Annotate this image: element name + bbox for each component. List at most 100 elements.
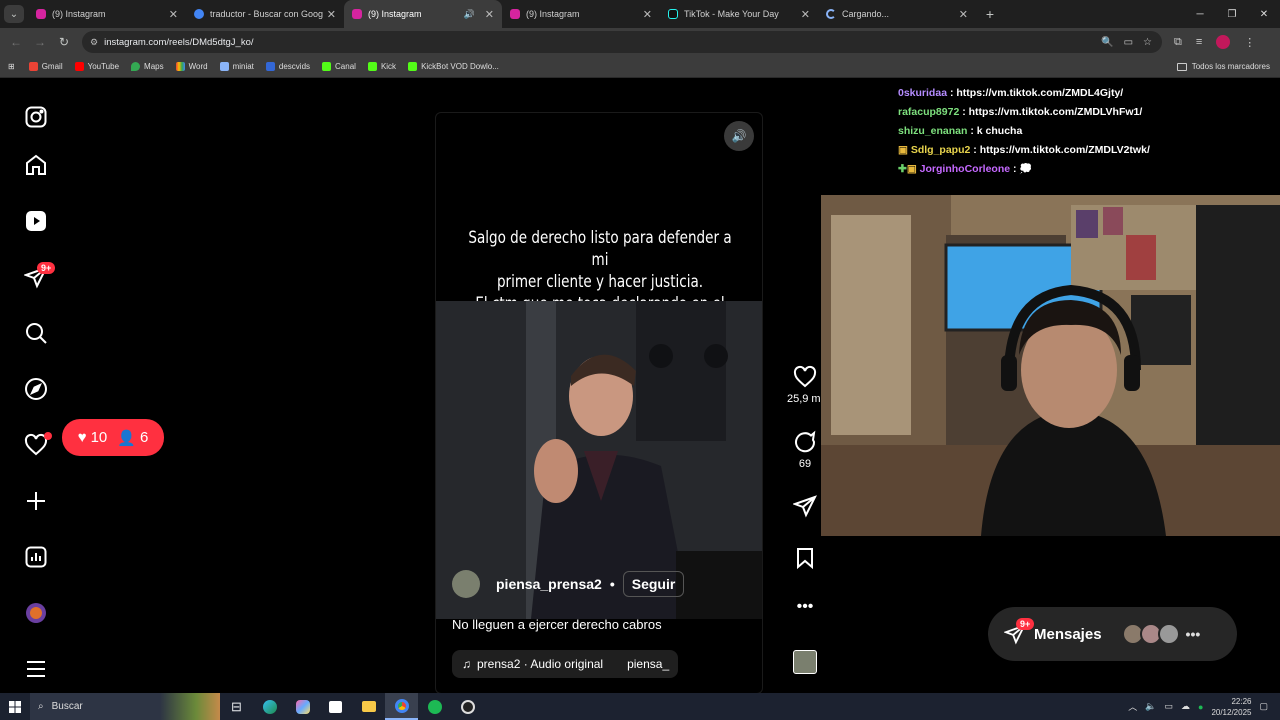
minimize-button[interactable]: ─	[1184, 0, 1216, 28]
tab-title: Cargando...	[842, 9, 890, 19]
close-icon[interactable]: ✕	[485, 8, 494, 21]
save-action[interactable]	[783, 546, 827, 574]
spotify-icon[interactable]	[418, 693, 451, 720]
profile-avatar[interactable]	[24, 601, 48, 625]
tab-0[interactable]: (9) Instagram ✕	[28, 0, 186, 28]
media-icon[interactable]: ≡	[1196, 36, 1202, 48]
bookmark-gmail[interactable]: Gmail	[28, 62, 63, 71]
chevron-up-icon[interactable]: ︿	[1128, 700, 1137, 713]
menu-hamburger-icon[interactable]	[24, 657, 48, 681]
tiktok-favicon-icon	[668, 9, 678, 19]
reload-button[interactable]: ↻	[52, 35, 76, 49]
all-bookmarks-button[interactable]: Todos los marcadores	[1176, 62, 1270, 71]
bookmark-miniat[interactable]: miniat	[219, 62, 254, 71]
tab-search-button[interactable]: ⌄	[0, 0, 28, 28]
search-icon[interactable]	[24, 321, 48, 345]
close-window-button[interactable]: ✕	[1248, 0, 1280, 28]
network-icon[interactable]: ▭	[1164, 701, 1173, 712]
explore-compass-icon[interactable]	[24, 377, 48, 401]
obs-icon[interactable]	[451, 693, 484, 720]
more-options-icon[interactable]: •••	[783, 598, 827, 616]
author-username[interactable]: piensa_prensa2	[496, 576, 602, 592]
bookmark-kick[interactable]: Kick	[367, 62, 396, 71]
chat-username[interactable]: JorginhoCorleone	[920, 163, 1010, 175]
copilot-icon[interactable]	[286, 693, 319, 720]
chat-username[interactable]: rafacup8972	[898, 106, 959, 118]
address-bar[interactable]: ⚙ instagram.com/reels/DMd5dtgJ_ko/ 🔍 ▭ ☆	[82, 31, 1162, 53]
volume-icon[interactable]: 🔈	[1145, 701, 1156, 712]
app-tray-icon[interactable]: ●	[1198, 702, 1203, 712]
close-icon[interactable]: ✕	[959, 8, 968, 21]
bookmark-word[interactable]: Word	[175, 62, 208, 71]
close-icon[interactable]: ✕	[327, 8, 336, 21]
volume-button[interactable]: 🔊	[724, 121, 754, 151]
bookmark-maps[interactable]: Maps	[131, 62, 164, 71]
extensions-icon[interactable]: ⧉	[1174, 36, 1182, 49]
home-icon[interactable]	[24, 153, 48, 177]
reel-player[interactable]: 🔊 Salgo de derecho listo para defender a…	[435, 112, 763, 694]
chat-username[interactable]: Sdlg_papu2	[911, 144, 971, 156]
dashboard-icon[interactable]	[24, 545, 48, 569]
tab-5[interactable]: Cargando... ✕	[818, 0, 976, 28]
menu-kebab-icon[interactable]: ⋮	[1244, 36, 1255, 49]
speaker-icon[interactable]: 🔊	[464, 9, 475, 20]
bookmark-descvids[interactable]: descvids	[265, 62, 310, 71]
notifications-icon[interactable]: ▢	[1259, 701, 1268, 712]
clock[interactable]: 22:26 20/12/2025	[1211, 696, 1251, 718]
follow-button[interactable]: Seguir	[622, 571, 685, 597]
clock-time: 22:26	[1231, 696, 1252, 706]
tab-1[interactable]: traductor - Buscar con Google ✕	[186, 0, 344, 28]
create-plus-icon[interactable]	[24, 489, 48, 513]
audio-thumbnail[interactable]	[783, 650, 827, 674]
bookmark-youtube[interactable]: YouTube	[74, 62, 119, 71]
edge-icon[interactable]	[253, 693, 286, 720]
tab-3[interactable]: (9) Instagram ✕	[502, 0, 660, 28]
heart-icon: ♥	[77, 429, 87, 446]
edge-logo	[262, 699, 277, 714]
close-icon[interactable]: ✕	[801, 8, 810, 21]
reels-icon[interactable]	[24, 209, 48, 233]
notifications-popup[interactable]: ♥ 10 👤 6	[62, 419, 164, 456]
forward-button[interactable]: →	[28, 35, 52, 49]
tab-title: TikTok - Make Your Day	[684, 9, 779, 19]
tab-4[interactable]: TikTok - Make Your Day ✕	[660, 0, 818, 28]
taskbar-search[interactable]: ⌕ Buscar	[30, 693, 220, 720]
audio-attribution[interactable]: ♫ prensa2 · Audio original piensa_	[452, 650, 678, 678]
bookmark-label: miniat	[232, 62, 254, 71]
zoom-icon[interactable]: 🔍	[1101, 37, 1113, 48]
onedrive-icon[interactable]: ☁	[1181, 701, 1190, 712]
close-icon[interactable]: ✕	[169, 8, 178, 21]
profile-avatar[interactable]	[1216, 35, 1231, 49]
close-icon[interactable]: ✕	[643, 8, 652, 21]
instagram-favicon-icon	[352, 9, 362, 19]
chat-message: rafacup8972 : https://vm.tiktok.com/ZMDL…	[898, 106, 1143, 118]
comments-count: 69	[798, 458, 812, 470]
bookmark-kickbot[interactable]: KickBot VOD Dowlo...	[408, 62, 499, 71]
apps-icon[interactable]: ⊞	[8, 62, 15, 71]
badge-icon: ✚	[898, 163, 907, 175]
messages-pill[interactable]: 9+ Mensajes •••	[988, 607, 1237, 661]
bookmark-canal[interactable]: Canal	[322, 62, 356, 71]
instagram-logo-icon[interactable]	[24, 105, 48, 129]
more-dots-icon[interactable]: •••	[1186, 626, 1201, 642]
tab-2[interactable]: (9) Instagram 🔊 ✕	[344, 0, 502, 28]
chat-username[interactable]: shizu_enanan	[898, 125, 967, 137]
bookmarks-bar: ⊞ Gmail YouTube Maps Word miniat descvid…	[0, 56, 1280, 78]
task-view-icon[interactable]: ⊟	[220, 693, 253, 720]
reel-caption[interactable]: No lleguen a ejercer derecho cabros	[452, 617, 662, 632]
chat-text: https://vm.tiktok.com/ZMDLV2twk/	[979, 144, 1150, 156]
new-tab-button[interactable]: +	[976, 0, 1004, 28]
back-button[interactable]: ←	[4, 35, 28, 49]
chat-username[interactable]: 0skuridaa	[898, 87, 947, 99]
cast-icon[interactable]: ▭	[1124, 37, 1133, 48]
webcam-scene	[821, 195, 1280, 536]
restore-button[interactable]: ❐	[1216, 0, 1248, 28]
file-explorer-icon[interactable]	[352, 693, 385, 720]
author-avatar[interactable]	[452, 570, 480, 598]
clock-date: 20/12/2025	[1211, 707, 1252, 717]
store-icon[interactable]	[319, 693, 352, 720]
site-info-icon[interactable]: ⚙	[90, 37, 98, 48]
start-button[interactable]	[0, 700, 30, 713]
bookmark-star-icon[interactable]: ☆	[1143, 37, 1152, 48]
chrome-icon[interactable]	[385, 693, 418, 720]
